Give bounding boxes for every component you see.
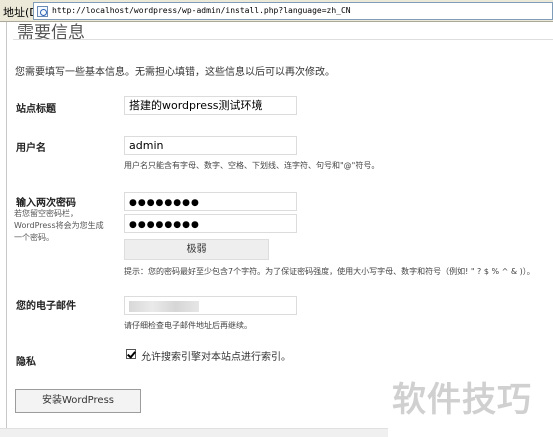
privacy-checkbox-label[interactable]: 允许搜索引擎对本站点进行索引。	[141, 348, 291, 363]
password-label: 输入两次密码	[16, 198, 76, 209]
username-label: 用户名	[16, 143, 46, 154]
email-note: 请仔细检查电子邮件地址后再继续。	[124, 321, 252, 330]
privacy-label: 隐私	[16, 357, 36, 368]
email-input[interactable]	[124, 296, 297, 315]
site-title-input[interactable]: 搭建的wordpress测试环境	[124, 96, 297, 115]
url-text: http://localhost/wordpress/wp-admin/inst…	[52, 6, 351, 15]
password-sub-note: 若您留空密码栏，WordPress将会为您生成一个密码。	[14, 209, 104, 242]
page-icon	[37, 6, 48, 17]
password-input-2[interactable]: ●●●●●●●●	[124, 214, 297, 233]
email-value-blurred	[129, 301, 199, 312]
email-label: 您的电子邮件	[16, 301, 76, 312]
password-input-1[interactable]: ●●●●●●●●	[124, 192, 297, 211]
privacy-checkbox[interactable]	[126, 349, 136, 359]
password-hint: 提示：您的密码最好至少包含7个字符。为了保证密码强度，使用大小写字母、数字和符号…	[124, 267, 535, 276]
page-left-border	[6, 22, 7, 437]
site-title-label: 站点标题	[16, 104, 56, 115]
password-strength-indicator: 极弱	[124, 239, 269, 260]
username-input[interactable]: admin	[124, 136, 297, 155]
heading-divider	[13, 39, 553, 40]
intro-text: 您需要填写一些基本信息。无需担心填错，这些信息以后可以再次修改。	[15, 67, 335, 78]
horizontal-scrollbar[interactable]	[0, 428, 388, 437]
url-field[interactable]: http://localhost/wordpress/wp-admin/inst…	[33, 2, 553, 20]
watermark-text: 软件技巧	[392, 380, 532, 420]
username-note: 用户名只能含有字母、数字、空格、下划线、连字符、句号和"@"符号。	[124, 161, 380, 170]
install-wordpress-button[interactable]: 安装WordPress	[15, 389, 141, 413]
